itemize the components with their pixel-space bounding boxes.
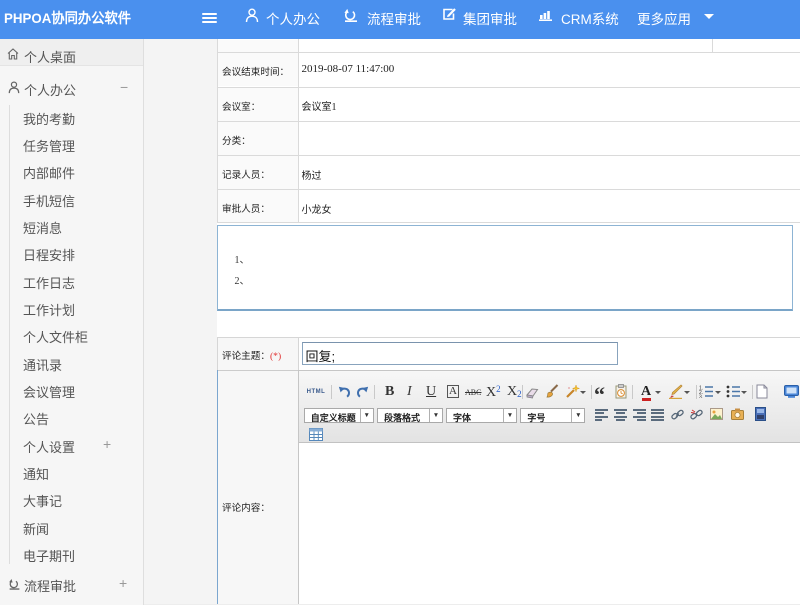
svg-text:3.: 3.: [699, 395, 703, 399]
